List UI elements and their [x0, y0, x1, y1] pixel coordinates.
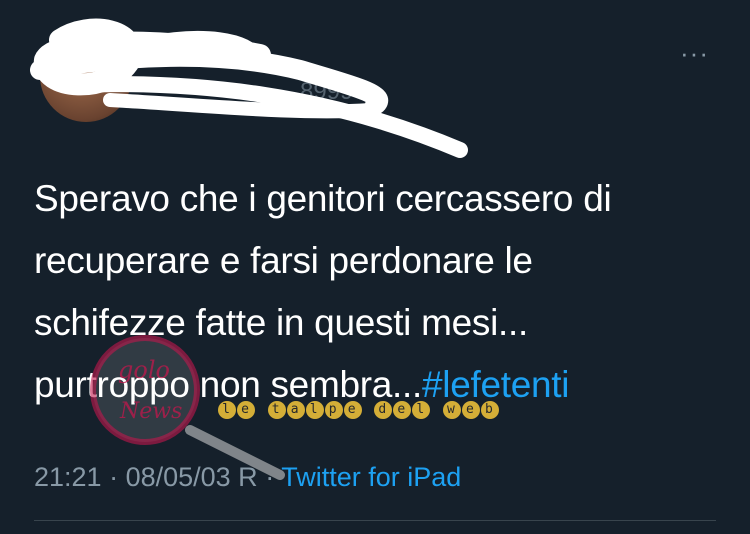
tweet-line-1: Speravo che i genitori cercassero di: [34, 178, 612, 219]
svg-text:golo: golo: [118, 356, 170, 384]
divider: [34, 520, 716, 521]
meta-separator-2: ·: [257, 462, 282, 492]
tweet-date[interactable]: 08/05/03 R: [126, 462, 258, 492]
tweet-source-link[interactable]: Twitter for iPad: [281, 462, 461, 492]
tweet-time[interactable]: 21:21: [34, 462, 102, 492]
tweet-meta: 21:21 · 08/05/03 R · Twitter for iPad: [34, 462, 461, 493]
watermark-caption: le talpe del web: [218, 398, 500, 419]
svg-text:News: News: [119, 399, 182, 424]
tweet-line-2: recuperare e farsi perdonare le: [34, 240, 533, 281]
meta-separator: ·: [101, 462, 126, 492]
more-options-icon[interactable]: ···: [680, 38, 709, 69]
